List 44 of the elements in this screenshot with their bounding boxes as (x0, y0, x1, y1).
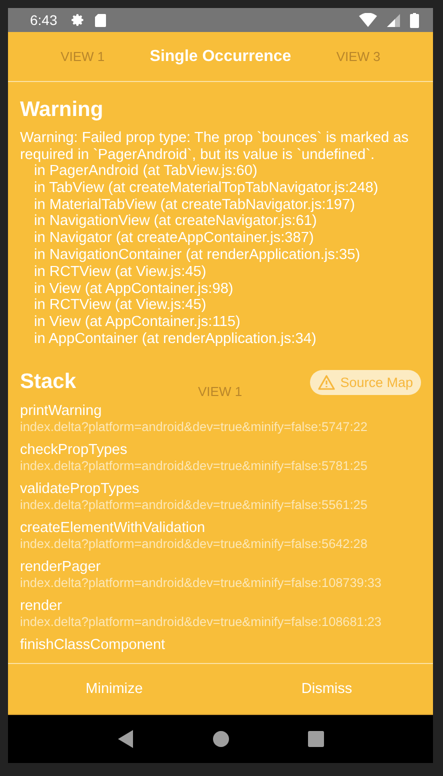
stack-frame-location: index.delta?platform=android&dev=true&minify=false:108681:23 (20, 614, 382, 630)
component-stack-line: in RCTView (at View.js:45) (33, 297, 208, 314)
stack-frame-name[interactable]: render (20, 598, 421, 615)
home-icon[interactable] (212, 731, 228, 747)
back-icon[interactable] (118, 730, 134, 748)
stack-frame-location: index.delta?platform=android&dev=true&minify=false:5642:28 (20, 536, 368, 552)
stack-frame-location: index.delta?platform=android&dev=true&minify=false:5747:22 (20, 420, 368, 435)
sd-card-icon (95, 14, 106, 26)
stack-frame-name[interactable]: validatePropTypes (20, 480, 421, 498)
stack-title: Stack (20, 370, 76, 394)
wifi-icon (359, 13, 377, 27)
signal-icon (387, 14, 400, 26)
stack-frame-name[interactable]: checkPropTypes (20, 442, 421, 459)
warning-icon (318, 374, 336, 390)
component-stack-line: in Navigator (at createAppContainer.js:387) (33, 230, 315, 247)
stack-frame-location: index.delta?platform=android&dev=true&minify=false:5781:25 (20, 458, 368, 474)
background-label: VIEW 1 (198, 384, 242, 399)
component-stack-line: in View (at AppContainer.js:98) (33, 280, 234, 298)
header-title: Single Occurrence (150, 48, 292, 66)
stack-frame-name[interactable]: finishClassComponent (20, 636, 421, 654)
component-stack-line: in NavigationContainer (at renderApplication.js:35) (33, 246, 362, 264)
component-stack-line: in MaterialTabView (at createTabNavigator.js:197) (33, 196, 356, 214)
recents-icon[interactable] (308, 731, 324, 747)
settings-icon (71, 13, 86, 27)
status-time: 6:43 (30, 12, 58, 28)
dismiss-button[interactable]: Dismiss (220, 664, 433, 714)
source-map-button[interactable]: Source Map (310, 370, 421, 395)
component-stack-line: in RCTView (at View.js:45) (33, 264, 208, 281)
stack-frame-location: index.delta?platform=android&dev=true&minify=false:108739:33 (20, 576, 382, 591)
component-stack-line: in AppContainer (at renderApplication.js:34) (33, 330, 318, 348)
background-tab-label: VIEW 1 (60, 49, 105, 64)
stack-frame-name[interactable]: createElementWithValidation (20, 520, 421, 537)
stack-frame-name[interactable]: printWarning (20, 402, 421, 420)
battery-icon (410, 12, 419, 28)
component-stack-line: in TabView (at createMaterialTopTabNavigator.js:248) (33, 180, 380, 197)
component-stack-line: in PagerAndroid (at TabView.js:60) (33, 163, 258, 180)
background-tab-label: VIEW 3 (336, 49, 380, 64)
minimize-button[interactable]: Minimize (8, 664, 220, 714)
warning-title: Warning (20, 98, 104, 122)
stack-frame-location: index.delta?platform=android&dev=true&minify=false:5561:25 (20, 498, 368, 513)
component-stack-line: in View (at AppContainer.js:115) (33, 314, 242, 331)
stack-frame-name[interactable]: renderPager (20, 558, 421, 576)
component-stack-line: in NavigationView (at createNavigator.js:61) (33, 213, 318, 230)
warning-message: Warning: Failed prop type: The prop `bounces` is marked as required in `PagerAndroid`, but its value is `undefined`. (20, 130, 410, 163)
